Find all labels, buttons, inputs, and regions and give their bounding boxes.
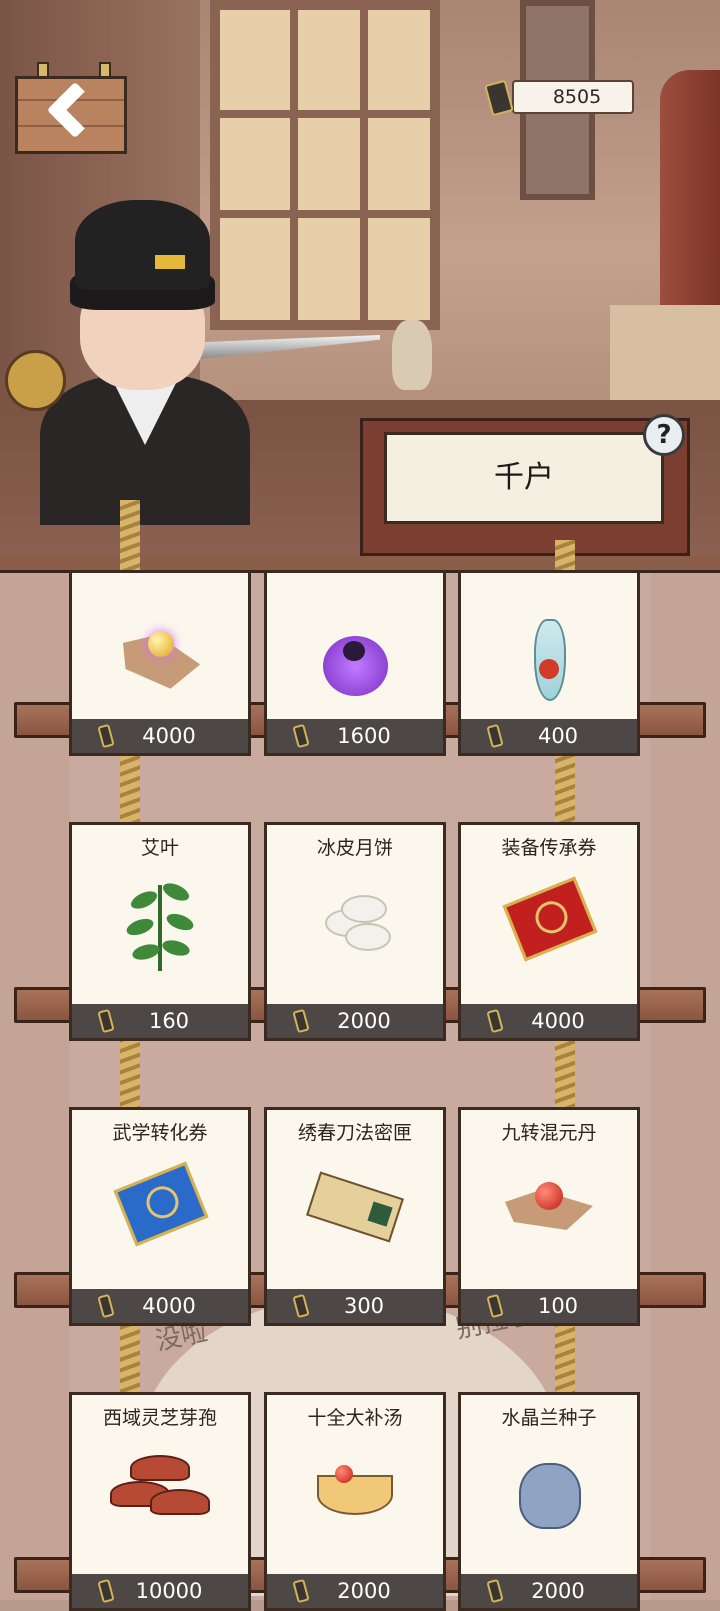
red-curtain [660,70,720,330]
shop-item-card[interactable]: 绣春刀法密匣 300 [264,1107,446,1326]
item-name: 绣春刀法密匣 [297,1122,412,1144]
help-button[interactable]: ? [643,414,685,456]
token-icon [486,723,504,749]
red-coupon-icon [499,875,599,971]
price-tag: 1600 [267,719,443,753]
character-hat [75,200,210,290]
price-tag: 2000 [267,1004,443,1038]
shop-item-card[interactable]: 西域灵芝芽孢 10000 [69,1392,251,1611]
elixir-bottle-icon [499,611,599,707]
shop-item-card[interactable]: 400 [458,570,640,756]
price-tag: 160 [72,1004,248,1038]
currency-display: 8505 [484,78,636,118]
shop-item-card[interactable]: 十全大补汤 2000 [264,1392,446,1611]
price-tag: 4000 [461,1004,637,1038]
shop-item-card[interactable]: 4000 [69,570,251,756]
mugwort-leaf-icon [110,875,210,971]
shop-item-card[interactable]: 武学转化券 4000 [69,1107,251,1326]
secret-box-icon [305,1160,405,1256]
token-icon [292,723,310,749]
seed-bag-icon [499,1445,599,1541]
sword-blade [200,335,380,359]
token-icon [292,1008,310,1034]
currency-amount: 8505 [512,80,634,114]
tonic-soup-icon [305,1445,405,1541]
item-name: 九转混元丹 [501,1122,597,1144]
shop-item-card[interactable]: 九转混元丹 100 [458,1107,640,1326]
shop-item-card[interactable]: 1600 [264,570,446,756]
snowskin-mooncake-icon [305,875,405,971]
item-name: 冰皮月饼 [316,837,393,859]
sword-hilt [5,350,66,411]
item-name: 十全大补汤 [307,1407,403,1429]
token-icon [486,1008,504,1034]
purple-poison-pouch-icon [305,611,405,707]
item-name: 艾叶 [140,837,179,859]
price-tag: 100 [461,1289,637,1323]
rank-title: 千户 [384,432,664,524]
reishi-mushroom-icon [110,1445,210,1541]
item-name: 西域灵芝芽孢 [102,1407,217,1429]
character-embroidered-guard [0,195,380,525]
item-name: 武学转化券 [112,1122,208,1144]
vase [392,320,432,390]
price-tag: 300 [267,1289,443,1323]
price-tag: 2000 [461,1574,637,1608]
price-tag: 10000 [72,1574,248,1608]
token-icon [97,723,115,749]
price-tag: 4000 [72,719,248,753]
shop-item-card[interactable]: 冰皮月饼 2000 [264,822,446,1041]
item-name: 装备传承券 [501,837,597,859]
token-icon [97,1008,115,1034]
shop-item-card[interactable]: 装备传承券 4000 [458,822,640,1041]
price-tag: 400 [461,719,637,753]
token-icon [484,79,514,117]
price-tag: 2000 [267,1574,443,1608]
price-tag: 4000 [72,1289,248,1323]
token-icon [97,1293,115,1319]
blue-coupon-icon [110,1160,210,1256]
token-icon [486,1293,504,1319]
back-button[interactable] [15,62,130,157]
golden-orb-on-cloth-icon [110,611,210,707]
token-icon [292,1293,310,1319]
item-name: 水晶兰种子 [501,1407,597,1429]
shop-item-card[interactable]: 艾叶 160 [69,822,251,1041]
red-pill-icon [499,1160,599,1256]
shop-item-card[interactable]: 水晶兰种子 2000 [458,1392,640,1611]
